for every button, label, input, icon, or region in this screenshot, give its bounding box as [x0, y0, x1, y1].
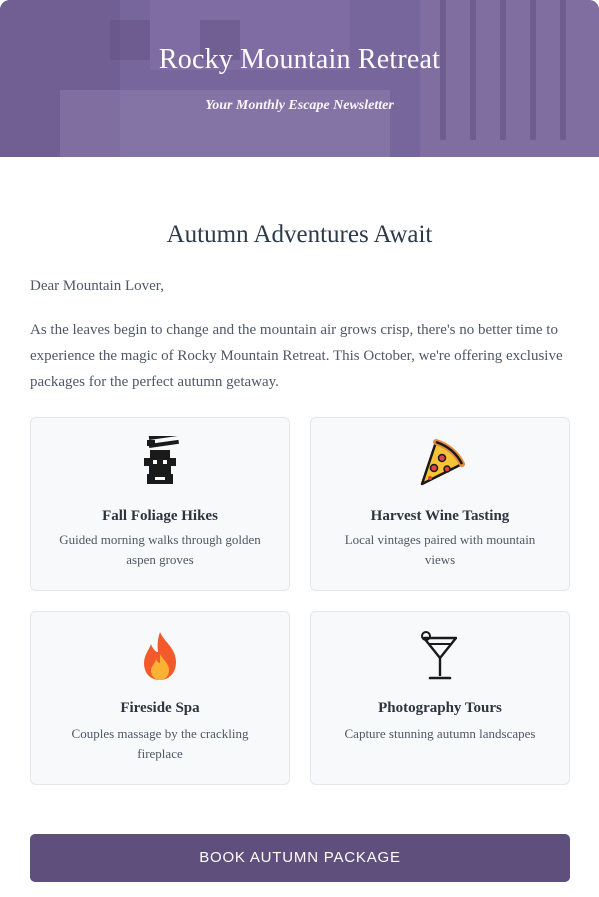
feature-card-photography: Photography Tours Capture stunning autum…	[310, 611, 570, 785]
feature-title: Photography Tours	[378, 700, 502, 716]
lantern-icon	[31, 436, 289, 488]
pizza-icon	[311, 436, 569, 488]
header-overlay	[0, 0, 599, 157]
intro-paragraph: As the leaves begin to change and the mo…	[30, 322, 563, 390]
newsletter-subtitle: Your Monthly Escape Newsletter	[205, 98, 394, 113]
feature-description: Local vintages paired with mountain view…	[344, 532, 536, 567]
book-autumn-package-button[interactable]: BOOK AUTUMN PACKAGE	[30, 834, 570, 882]
feature-card-hikes: Fall Foliage Hikes Guided morning walks …	[30, 417, 290, 591]
newsletter-title: Rocky Mountain Retreat	[158, 44, 441, 75]
feature-card-wine: Harvest Wine Tasting Local vintages pair…	[310, 417, 570, 591]
feature-title: Harvest Wine Tasting	[370, 508, 510, 524]
feature-title: Fireside Spa	[120, 700, 200, 716]
feature-description: Couples massage by the crackling firepla…	[71, 726, 249, 761]
cocktail-glass-icon	[311, 630, 569, 682]
feature-description: Guided morning walks through golden aspe…	[59, 532, 261, 567]
fire-icon	[31, 630, 289, 682]
section-heading: Autumn Adventures Await	[166, 221, 433, 248]
feature-card-spa: Fireside Spa Couples massage by the crac…	[30, 611, 290, 785]
greeting-text: Dear Mountain Lover,	[30, 278, 164, 294]
header-banner: Rocky Mountain Retreat Your Monthly Esca…	[0, 0, 599, 157]
feature-description: Capture stunning autumn landscapes	[344, 726, 536, 741]
feature-title: Fall Foliage Hikes	[102, 508, 218, 524]
